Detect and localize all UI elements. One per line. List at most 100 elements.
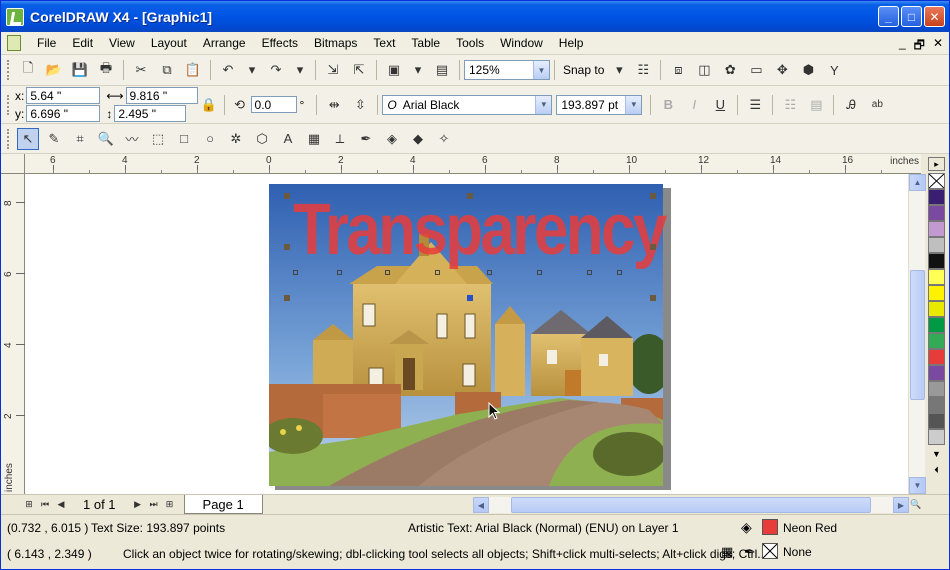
height-field[interactable]: 2.495 "	[114, 105, 187, 122]
extrude-icon[interactable]: ✥	[771, 59, 793, 81]
text-tool-icon[interactable]: A	[277, 128, 299, 150]
menu-bitmaps[interactable]: Bitmaps	[306, 36, 365, 50]
menu-table[interactable]: Table	[403, 36, 448, 50]
scroll-right-icon[interactable]: ▶	[893, 497, 909, 513]
insert-page-before-icon[interactable]: ⊞	[21, 497, 37, 513]
scroll-down-icon[interactable]: ▼	[909, 477, 926, 494]
color-swatch[interactable]	[928, 349, 945, 365]
selection-handle[interactable]	[284, 193, 290, 199]
mirror-horizontal-icon[interactable]: ⇹	[323, 94, 345, 116]
weld-icon[interactable]: ✿	[719, 59, 741, 81]
underline-icon[interactable]: U	[709, 94, 731, 116]
minimize-button[interactable]: _	[878, 6, 899, 27]
selection-handle[interactable]	[284, 244, 290, 250]
vertical-scroll-thumb[interactable]	[910, 270, 925, 400]
color-swatch[interactable]	[928, 429, 945, 445]
menu-effects[interactable]: Effects	[254, 36, 306, 50]
next-page-icon[interactable]: ▶	[130, 497, 146, 513]
menu-help[interactable]: Help	[551, 36, 592, 50]
color-swatch[interactable]	[928, 301, 945, 317]
chevron-down-icon[interactable]: ▼	[625, 95, 642, 114]
outline-color-swatch[interactable]	[762, 543, 778, 559]
lock-ratio-icon[interactable]: 🔒	[200, 94, 218, 116]
interactive-fill-tool-icon[interactable]: ✧	[433, 128, 455, 150]
font-size-combo[interactable]: 193.897 pt ▼	[556, 94, 643, 115]
freehand-tool-icon[interactable]: 〰	[121, 128, 143, 150]
shape-tool-icon[interactable]: ✎	[43, 128, 65, 150]
align-icon[interactable]: ☰	[744, 94, 766, 116]
launcher-dropdown-icon[interactable]: ▾	[409, 59, 427, 81]
color-swatch[interactable]	[928, 285, 945, 301]
previous-page-icon[interactable]: ◀	[53, 497, 69, 513]
selection-handle[interactable]	[650, 295, 656, 301]
selection-handle[interactable]	[284, 295, 290, 301]
menu-edit[interactable]: Edit	[64, 36, 101, 50]
menu-window[interactable]: Window	[492, 36, 551, 50]
parallel-dimension-tool-icon[interactable]: ⟂	[329, 128, 351, 150]
fill-color-swatch[interactable]	[762, 519, 778, 535]
doc-close-button[interactable]: ✕	[933, 36, 943, 57]
color-swatch[interactable]	[928, 365, 945, 381]
scroll-left-icon[interactable]: ◀	[473, 497, 489, 513]
smart-fill-tool-icon[interactable]: ⬚	[147, 128, 169, 150]
transparency-headline-text[interactable]: Transparency	[293, 194, 667, 266]
font-list-combo[interactable]: O Arial Black ▼	[382, 94, 553, 115]
menu-file[interactable]: File	[29, 36, 64, 50]
horizontal-scrollbar[interactable]: ◀ ▶	[473, 497, 909, 513]
selection-handle[interactable]	[650, 193, 656, 199]
bold-icon[interactable]: B	[657, 94, 679, 116]
zoom-tool-icon[interactable]: 🔍	[95, 128, 117, 150]
zoom-navigator-icon[interactable]: 🔍	[908, 497, 924, 513]
text-node[interactable]	[487, 270, 492, 275]
cube-icon[interactable]: ⬢	[797, 59, 819, 81]
ellipse-tool-icon[interactable]: ○	[199, 128, 221, 150]
vertical-ruler[interactable]: inches 8 6 4 2	[1, 174, 25, 494]
cut-icon[interactable]: ✂	[130, 59, 152, 81]
y-position-field[interactable]: 6.696 "	[26, 105, 101, 122]
text-node[interactable]	[293, 270, 298, 275]
toolbar-grip[interactable]	[7, 94, 11, 115]
menu-text[interactable]: Text	[365, 36, 403, 50]
x-position-field[interactable]: 5.64 "	[26, 87, 101, 104]
text-node[interactable]	[337, 270, 342, 275]
text-node[interactable]	[385, 270, 390, 275]
paste-icon[interactable]: 📋	[182, 59, 204, 81]
print-icon[interactable]: 🖶	[95, 59, 117, 81]
angle-field[interactable]: 0.0	[250, 96, 297, 113]
pick-tool-icon[interactable]: ↖	[17, 127, 39, 150]
color-swatch[interactable]	[928, 237, 945, 253]
undo-dropdown-icon[interactable]: ▾	[243, 59, 261, 81]
palette-scroll-down-icon[interactable]: ▼	[928, 447, 945, 461]
color-swatch[interactable]	[928, 205, 945, 221]
chevron-down-icon[interactable]: ▼	[533, 61, 549, 79]
menu-tools[interactable]: Tools	[448, 36, 492, 50]
text-node[interactable]	[537, 270, 542, 275]
palette-expand-icon[interactable]: ⏴	[928, 463, 945, 477]
options-icon[interactable]: ☷	[632, 59, 654, 81]
open-folder-icon[interactable]: 📂	[43, 59, 65, 81]
fill-tool-icon[interactable]: ◆	[407, 128, 429, 150]
toolbar-grip[interactable]	[7, 60, 11, 80]
page-tab[interactable]: Page 1	[183, 495, 263, 514]
mirror-vertical-icon[interactable]: ⇳	[349, 94, 371, 116]
maximize-button[interactable]: □	[901, 6, 922, 27]
selection-center-handle[interactable]	[467, 295, 473, 301]
outline-tool-icon[interactable]: ◈	[381, 128, 403, 150]
toolbar-grip[interactable]	[7, 128, 11, 149]
group-icon[interactable]: ⧈	[667, 59, 689, 81]
bullets-icon[interactable]: ☷	[779, 94, 801, 116]
snap-to-dropdown-icon[interactable]: ▾	[610, 59, 628, 81]
menu-arrange[interactable]: Arrange	[195, 36, 254, 50]
menu-view[interactable]: View	[101, 36, 143, 50]
document-icon[interactable]	[7, 35, 21, 51]
doc-minimize-button[interactable]: _	[899, 36, 906, 57]
goblet-icon[interactable]: Y	[823, 59, 845, 81]
table-tool-icon[interactable]: ▦	[303, 128, 325, 150]
italic-icon[interactable]: I	[683, 94, 705, 116]
new-document-icon[interactable]: 🗋	[17, 59, 39, 81]
drop-cap-icon[interactable]: ▤	[805, 94, 827, 116]
menu-layout[interactable]: Layout	[143, 36, 195, 50]
redo-dropdown-icon[interactable]: ▾	[291, 59, 309, 81]
last-page-icon[interactable]: ⏭	[146, 497, 162, 513]
insert-page-after-icon[interactable]: ⊞	[162, 497, 178, 513]
